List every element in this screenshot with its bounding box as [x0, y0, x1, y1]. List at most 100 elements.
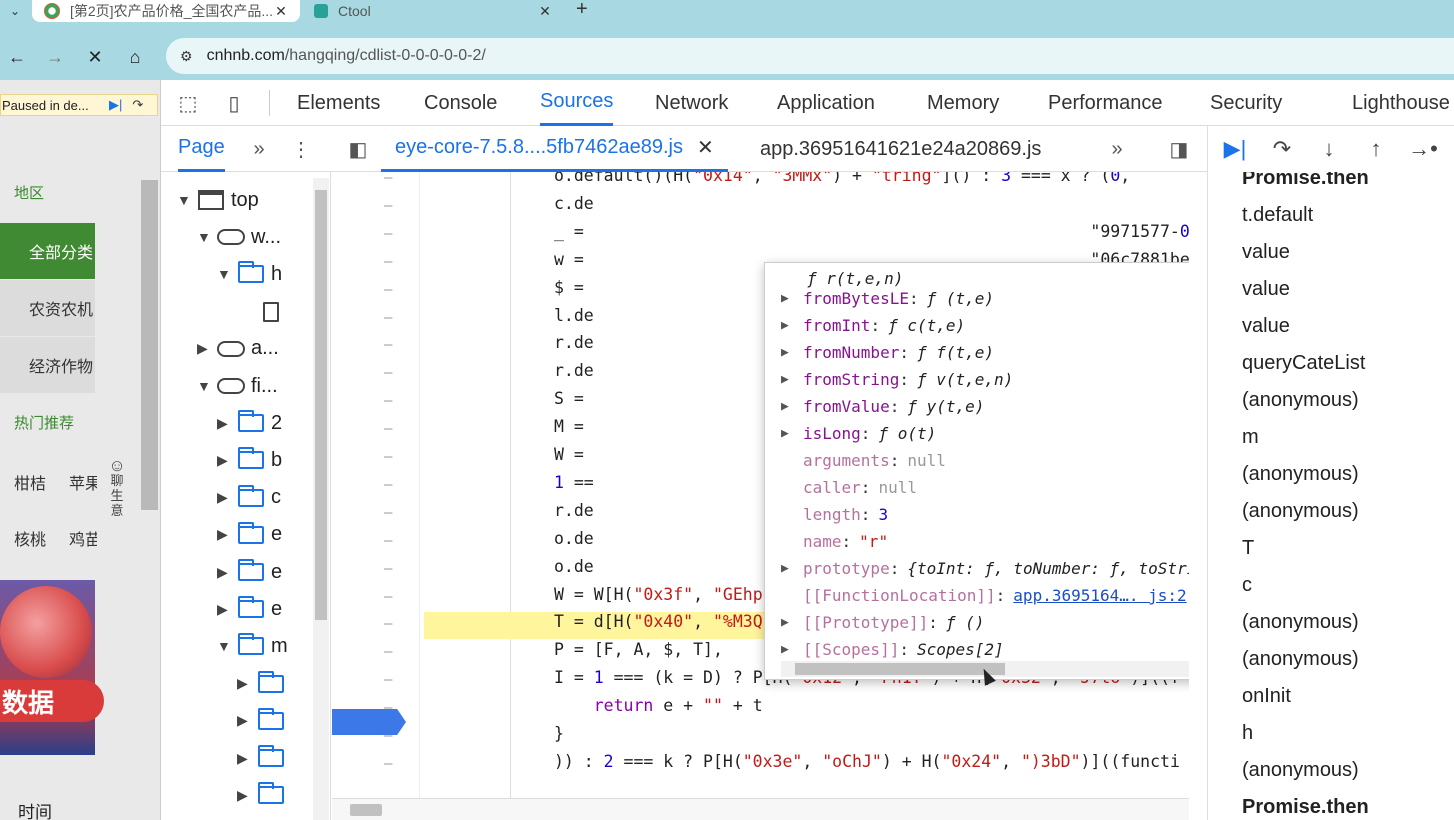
line-number-marker[interactable]: – — [384, 393, 394, 409]
tree-item[interactable]: ▶ c — [217, 482, 281, 514]
property-row[interactable]: ▶ isLong: ƒ o(t) — [781, 420, 936, 447]
expand-arrow-icon[interactable]: ▶ — [781, 561, 803, 576]
line-number-marker[interactable]: – — [384, 756, 394, 772]
line-number-marker[interactable]: – — [384, 226, 394, 242]
editor-scrollbar-thumb[interactable] — [350, 804, 382, 816]
editor-tab-app[interactable]: app.36951641621e24a20869.js — [760, 126, 1041, 172]
tab-application[interactable]: Application — [777, 80, 875, 126]
call-frame[interactable]: onInit — [1242, 678, 1291, 714]
home-icon[interactable]: ⌂ — [120, 42, 150, 72]
more-tabs-chevron-icon[interactable]: » — [247, 136, 271, 162]
line-number-marker[interactable]: – — [384, 282, 394, 298]
property-row[interactable]: [[FunctionLocation]]: app.3695164…. js:2 — [781, 582, 1187, 609]
expand-arrow-icon[interactable]: ▶ — [781, 642, 803, 657]
tab-elements[interactable]: Elements — [297, 80, 380, 126]
sidebar-item-agri-machinery[interactable]: 农资农机 — [0, 280, 95, 336]
code-editor[interactable]: – – – – – – – – – – – – – – – – – – – – – – o.default()(H("0x… — [332, 172, 1189, 820]
tree-item[interactable]: ▶ 2 — [217, 407, 282, 439]
line-number-marker[interactable]: – — [384, 561, 394, 577]
tree-item[interactable]: ▼ fi... — [197, 370, 278, 402]
inspect-element-icon[interactable]: ⬚ — [173, 90, 203, 116]
call-frame[interactable]: h — [1242, 715, 1253, 751]
tree-item[interactable]: ▶ — [237, 742, 291, 774]
line-number-marker[interactable]: – — [384, 616, 394, 632]
tree-scrollbar-thumb[interactable] — [315, 190, 327, 620]
expanded-arrow-icon[interactable]: ▼ — [177, 192, 197, 208]
call-frame[interactable]: value — [1242, 234, 1290, 270]
navigator-tab-page[interactable]: Page — [178, 126, 225, 172]
collapsed-arrow-icon[interactable]: ▶ — [217, 601, 237, 618]
line-number-marker[interactable]: – — [384, 700, 394, 716]
call-frame[interactable]: value — [1242, 308, 1290, 344]
line-number-marker[interactable]: – — [384, 365, 394, 381]
expanded-arrow-icon[interactable]: ▼ — [217, 266, 237, 282]
tree-scrollbar[interactable] — [313, 178, 329, 820]
expand-arrow-icon[interactable]: ▶ — [781, 291, 803, 306]
resume-icon[interactable]: ▶| — [109, 97, 122, 113]
stop-loading-icon[interactable]: ✕ — [80, 42, 110, 72]
tree-item[interactable]: ▶ e — [217, 519, 282, 551]
popover-hscrollbar-thumb[interactable] — [795, 663, 1005, 675]
step-out-icon[interactable]: ↑ — [1359, 134, 1393, 164]
tree-item[interactable]: ▶ b — [217, 444, 282, 476]
line-number-marker[interactable]: – — [384, 172, 394, 186]
editor-tab-eye-core[interactable]: eye-core-7.5.8....5fb7462ae89.js ✕ — [381, 126, 728, 172]
property-row[interactable]: ▶ fromInt: ƒ c(t,e) — [781, 312, 965, 339]
property-row[interactable]: ▶ fromValue: ƒ y(t,e) — [781, 393, 984, 420]
sidebar-item-cash-crops[interactable]: 经济作物 — [0, 337, 95, 393]
property-row[interactable]: name: "r" — [781, 528, 888, 555]
expand-arrow-icon[interactable]: ▶ — [781, 318, 803, 333]
tree-item[interactable]: ▶ — [237, 705, 291, 737]
collapsed-arrow-icon[interactable]: ▶ — [237, 750, 257, 767]
step-over-icon[interactable]: ↷ — [132, 97, 143, 113]
property-row[interactable]: ▶ fromString: ƒ v(t,e,n) — [781, 366, 1013, 393]
tree-item[interactable]: ▶ e — [217, 593, 282, 625]
hot-item[interactable]: 鸡苗 — [55, 526, 97, 550]
collapsed-arrow-icon[interactable]: ▶ — [217, 526, 237, 543]
call-frame[interactable]: (anonymous) — [1242, 456, 1359, 492]
expand-arrow-icon[interactable]: ▶ — [781, 399, 803, 414]
close-editor-tab-icon[interactable]: ✕ — [697, 135, 714, 160]
property-row[interactable]: ▶ [[Scopes]]: Scopes[2] — [781, 636, 1004, 663]
site-info-icon[interactable]: ⚙ — [180, 48, 193, 65]
object-preview-popover[interactable]: ƒ r(t,e,n) ▶ fromBytesLE: ƒ (t,e) ▶ fromInt:… — [764, 262, 1189, 680]
line-number-marker[interactable]: – — [384, 728, 394, 744]
call-frame[interactable]: value — [1242, 271, 1290, 307]
resume-execution-icon[interactable]: ▶| — [1218, 134, 1252, 164]
collapsed-arrow-icon[interactable]: ▶ — [217, 415, 237, 432]
hot-item[interactable]: 核桃 — [0, 526, 60, 550]
collapsed-arrow-icon[interactable]: ▶ — [237, 675, 257, 692]
tab-lighthouse[interactable]: Lighthouse — [1352, 80, 1450, 126]
line-number-marker[interactable]: – — [384, 672, 394, 688]
property-row[interactable]: ▶ [[Prototype]]: ƒ () — [781, 609, 984, 636]
more-editor-tabs-icon[interactable]: » — [1104, 136, 1130, 162]
expand-arrow-icon[interactable]: ▶ — [781, 426, 803, 441]
expand-arrow-icon[interactable]: ▶ — [781, 372, 803, 387]
call-frame[interactable]: c — [1242, 567, 1252, 603]
call-frame[interactable]: (anonymous) — [1242, 641, 1359, 677]
tab-ctool[interactable]: Ctool ✕ — [304, 0, 564, 22]
expand-arrow-icon[interactable]: ▶ — [781, 615, 803, 630]
line-number-marker[interactable]: – — [384, 421, 394, 437]
call-frame[interactable]: (anonymous) — [1242, 382, 1359, 418]
property-row[interactable]: ▶ prototype: {toInt: ƒ, toNumber: ƒ, toStr… — [781, 555, 1189, 582]
sidebar-item-all-categories[interactable]: 全部分类 — [0, 223, 95, 279]
expanded-arrow-icon[interactable]: ▼ — [217, 638, 237, 654]
step-icon[interactable]: →• — [1406, 134, 1440, 164]
call-frame[interactable]: (anonymous) — [1242, 752, 1359, 788]
page-scrollbar[interactable] — [141, 180, 158, 510]
more-options-icon[interactable]: ⋮ — [291, 136, 311, 162]
tab-search-chevron-icon[interactable]: ⌄ — [4, 0, 26, 22]
tree-item[interactable] — [237, 296, 291, 328]
address-bar[interactable]: ⚙ cnhnb.com/hangqing/cdlist-0-0-0-0-0-2/ — [166, 38, 1454, 74]
expanded-arrow-icon[interactable]: ▼ — [197, 229, 217, 245]
new-tab-button[interactable]: + — [576, 0, 588, 21]
property-row[interactable]: ▶ fromBytesLE: ƒ (t,e) — [781, 285, 994, 312]
hot-item[interactable]: 柑桔 — [0, 470, 60, 494]
tab-active[interactable]: [第2页]农产品价格_全国农产品... ✕ — [32, 0, 300, 22]
call-frame[interactable]: t.default — [1242, 197, 1313, 233]
line-number-marker[interactable]: – — [384, 254, 394, 270]
close-tab-icon[interactable]: ✕ — [272, 3, 290, 20]
call-frame[interactable]: (anonymous) — [1242, 604, 1359, 640]
tab-network[interactable]: Network — [655, 80, 728, 126]
